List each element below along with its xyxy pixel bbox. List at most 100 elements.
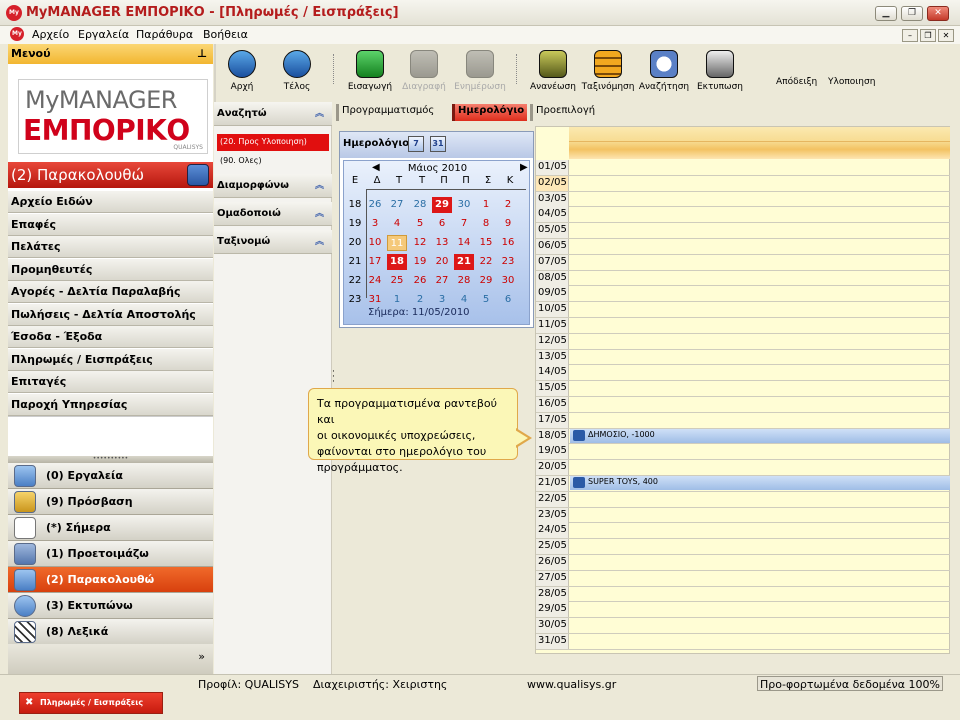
module-monitor[interactable]: (2) Παρακολουθώ	[8, 567, 213, 593]
menu-tools[interactable]: Εργαλεία	[78, 28, 129, 41]
close-icon[interactable]: ✖	[25, 697, 33, 708]
schedule-row[interactable]: 05/05	[536, 223, 951, 239]
calendar-day[interactable]: 15	[476, 235, 496, 251]
schedule-row[interactable]: 06/05	[536, 239, 951, 255]
module-tools[interactable]: (0) Εργαλεία	[8, 463, 213, 489]
calendar-day[interactable]: 3	[432, 292, 452, 308]
mdi-minimize-button[interactable]: –	[902, 29, 918, 42]
nav-item-checks[interactable]: Επιταγές	[8, 371, 213, 393]
schedule-row[interactable]: 24/05	[536, 523, 951, 540]
filter-group-header[interactable]: Ομαδοποιώ ︽	[214, 202, 332, 226]
schedule-row[interactable]: 19/05	[536, 444, 951, 461]
calendar-day[interactable]: 5	[410, 216, 430, 232]
calendar-day[interactable]: 28	[410, 197, 430, 213]
receipt-button[interactable]: Απόδειξη	[776, 77, 817, 87]
taskbar-window-button[interactable]: ✖ Πληρωμές / Εισπράξεις	[19, 692, 163, 714]
mdi-close-button[interactable]: ✕	[938, 29, 954, 42]
vertical-scrollbar[interactable]	[950, 126, 960, 654]
filter-sort-header[interactable]: Ταξινομώ ︽	[214, 230, 332, 254]
insert-button[interactable]: Εισαγωγή	[340, 50, 400, 92]
filter-option-pending[interactable]: (20. Προς Υλοποιηση)	[217, 134, 329, 151]
calendar-day[interactable]: 26	[365, 197, 385, 213]
calendar-day[interactable]: 12	[410, 235, 430, 251]
schedule-row[interactable]: 16/05	[536, 397, 951, 413]
close-button[interactable]: ✕	[927, 6, 949, 21]
schedule-row[interactable]: 08/05	[536, 270, 951, 287]
calendar-day[interactable]: 5	[476, 292, 496, 308]
nav-item-purchases[interactable]: Αγορές - Δελτία Παραλαβής	[8, 281, 213, 303]
calendar-day[interactable]: 4	[387, 216, 407, 232]
schedule-row[interactable]: 15/05	[536, 381, 951, 397]
schedule-row[interactable]: 26/05	[536, 555, 951, 571]
month-view-button[interactable]: 31	[430, 136, 446, 152]
module-access[interactable]: (9) Πρόσβαση	[8, 489, 213, 515]
schedule-row[interactable]: 31/05	[536, 634, 951, 650]
calendar-day[interactable]: 1	[387, 292, 407, 308]
schedule-row[interactable]: 20/05	[536, 460, 951, 476]
nav-item-sales[interactable]: Πωλήσεις - Δελτία Αποστολής	[8, 304, 213, 326]
panel-splitter[interactable]: ••••••••••	[8, 456, 213, 463]
first-record-button[interactable]: Αρχή	[212, 50, 272, 92]
mdi-restore-button[interactable]: ❐	[920, 29, 936, 42]
update-button[interactable]: Ενημέρωση	[450, 50, 510, 92]
nav-item-suppliers[interactable]: Προμηθευτές	[8, 259, 213, 281]
week-view-button[interactable]: 7	[408, 136, 424, 152]
schedule-row[interactable]: 01/05	[536, 160, 951, 176]
tab-scheduling[interactable]: Προγραμματισμός	[336, 104, 438, 121]
schedule-row[interactable]: 09/05	[536, 286, 951, 303]
calendar-day[interactable]: 9	[498, 216, 518, 232]
calendar-day[interactable]: 6	[498, 292, 518, 308]
sort-button[interactable]: Ταξινόμηση	[578, 50, 638, 92]
calendar-day[interactable]: 27	[432, 273, 452, 289]
calendar-day[interactable]: 14	[454, 235, 474, 251]
nav-item-customers[interactable]: Πελάτες	[8, 236, 213, 258]
tab-calendar[interactable]: Ημερολόγιο	[452, 104, 528, 121]
calendar-day[interactable]: 10	[365, 235, 385, 251]
schedule-row[interactable]: 21/05 SUPER TOYS, 400	[536, 476, 951, 492]
calendar-today-label[interactable]: Σήμερα: 11/05/2010	[368, 307, 470, 318]
schedule-entry[interactable]: SUPER TOYS, 400	[570, 476, 950, 490]
delete-button[interactable]: Διαγραφή	[394, 50, 454, 92]
calendar-day[interactable]: 20	[432, 254, 452, 270]
calendar-day[interactable]: 28	[454, 273, 474, 289]
calendar-day[interactable]: 30	[454, 197, 474, 213]
minimize-button[interactable]: ▁	[875, 6, 897, 21]
filter-search-header[interactable]: Αναζητώ ︽	[214, 102, 332, 126]
schedule-row[interactable]: 23/05	[536, 507, 951, 524]
calendar-day[interactable]: 21	[454, 254, 474, 270]
schedule-row[interactable]: 30/05	[536, 618, 951, 634]
tab-default[interactable]: Προεπιλογή	[530, 104, 599, 121]
calendar-day[interactable]: 29	[432, 197, 452, 213]
calendar-day[interactable]: 31	[365, 292, 385, 308]
filter-option-all[interactable]: (90. Ολες)	[220, 156, 262, 165]
calendar-day[interactable]: 30	[498, 273, 518, 289]
calendar-day[interactable]: 17	[365, 254, 385, 270]
module-print[interactable]: (3) Εκτυπώνω	[8, 593, 213, 619]
schedule-entry[interactable]: ΔΗΜΟΣΙΟ, -1000	[570, 428, 950, 443]
calendar-day[interactable]: 18	[387, 254, 407, 270]
mdi-app-icon[interactable]: My	[10, 27, 24, 41]
last-record-button[interactable]: Τέλος	[267, 50, 327, 92]
schedule-row[interactable]: 07/05	[536, 254, 951, 271]
calendar-day[interactable]: 23	[498, 254, 518, 270]
nav-item-contacts[interactable]: Επαφές	[8, 214, 213, 236]
nav-item-services[interactable]: Παροχή Υπηρεσίας	[8, 394, 213, 416]
menu-file[interactable]: Αρχείο	[32, 28, 69, 41]
calendar-day[interactable]: 2	[410, 292, 430, 308]
calendar-day[interactable]: 26	[410, 273, 430, 289]
search-button[interactable]: Αναζήτηση	[634, 50, 694, 92]
module-prepare[interactable]: (1) Προετοιμάζω	[8, 541, 213, 567]
calendar-day[interactable]: 4	[454, 292, 474, 308]
nav-item-items-archive[interactable]: Αρχείο Ειδών	[8, 191, 213, 213]
calendar-day[interactable]: 27	[387, 197, 407, 213]
calendar-day[interactable]: 16	[498, 235, 518, 251]
schedule-row[interactable]: 22/05	[536, 491, 951, 508]
calendar-day[interactable]: 13	[432, 235, 452, 251]
schedule-row[interactable]: 27/05	[536, 570, 951, 587]
implementation-button[interactable]: Υλοποιηση	[828, 77, 875, 87]
schedule-row[interactable]: 28/05	[536, 586, 951, 603]
calendar-day[interactable]: 3	[365, 216, 385, 232]
schedule-row[interactable]: 14/05	[536, 365, 951, 382]
calendar-day[interactable]: 7	[454, 216, 474, 232]
calendar-day[interactable]: 19	[410, 254, 430, 270]
